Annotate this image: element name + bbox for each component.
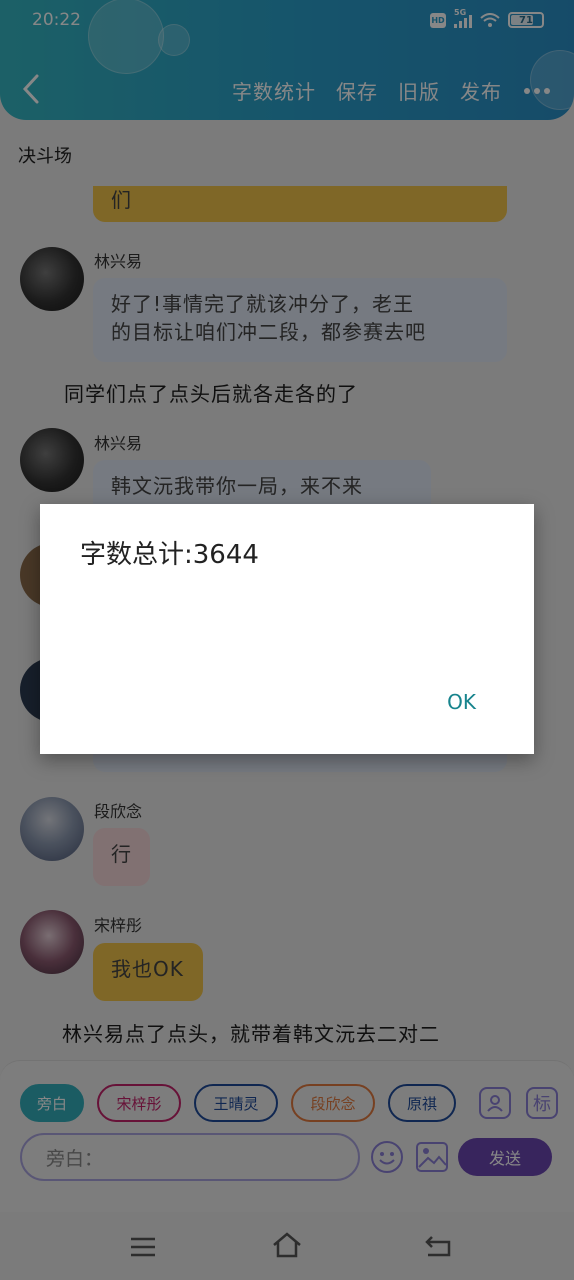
dialog-message: 字数总计:3644 [80,540,259,570]
word-count-dialog: 字数总计:3644 OK [40,504,534,754]
ok-button[interactable]: OK [447,690,476,714]
